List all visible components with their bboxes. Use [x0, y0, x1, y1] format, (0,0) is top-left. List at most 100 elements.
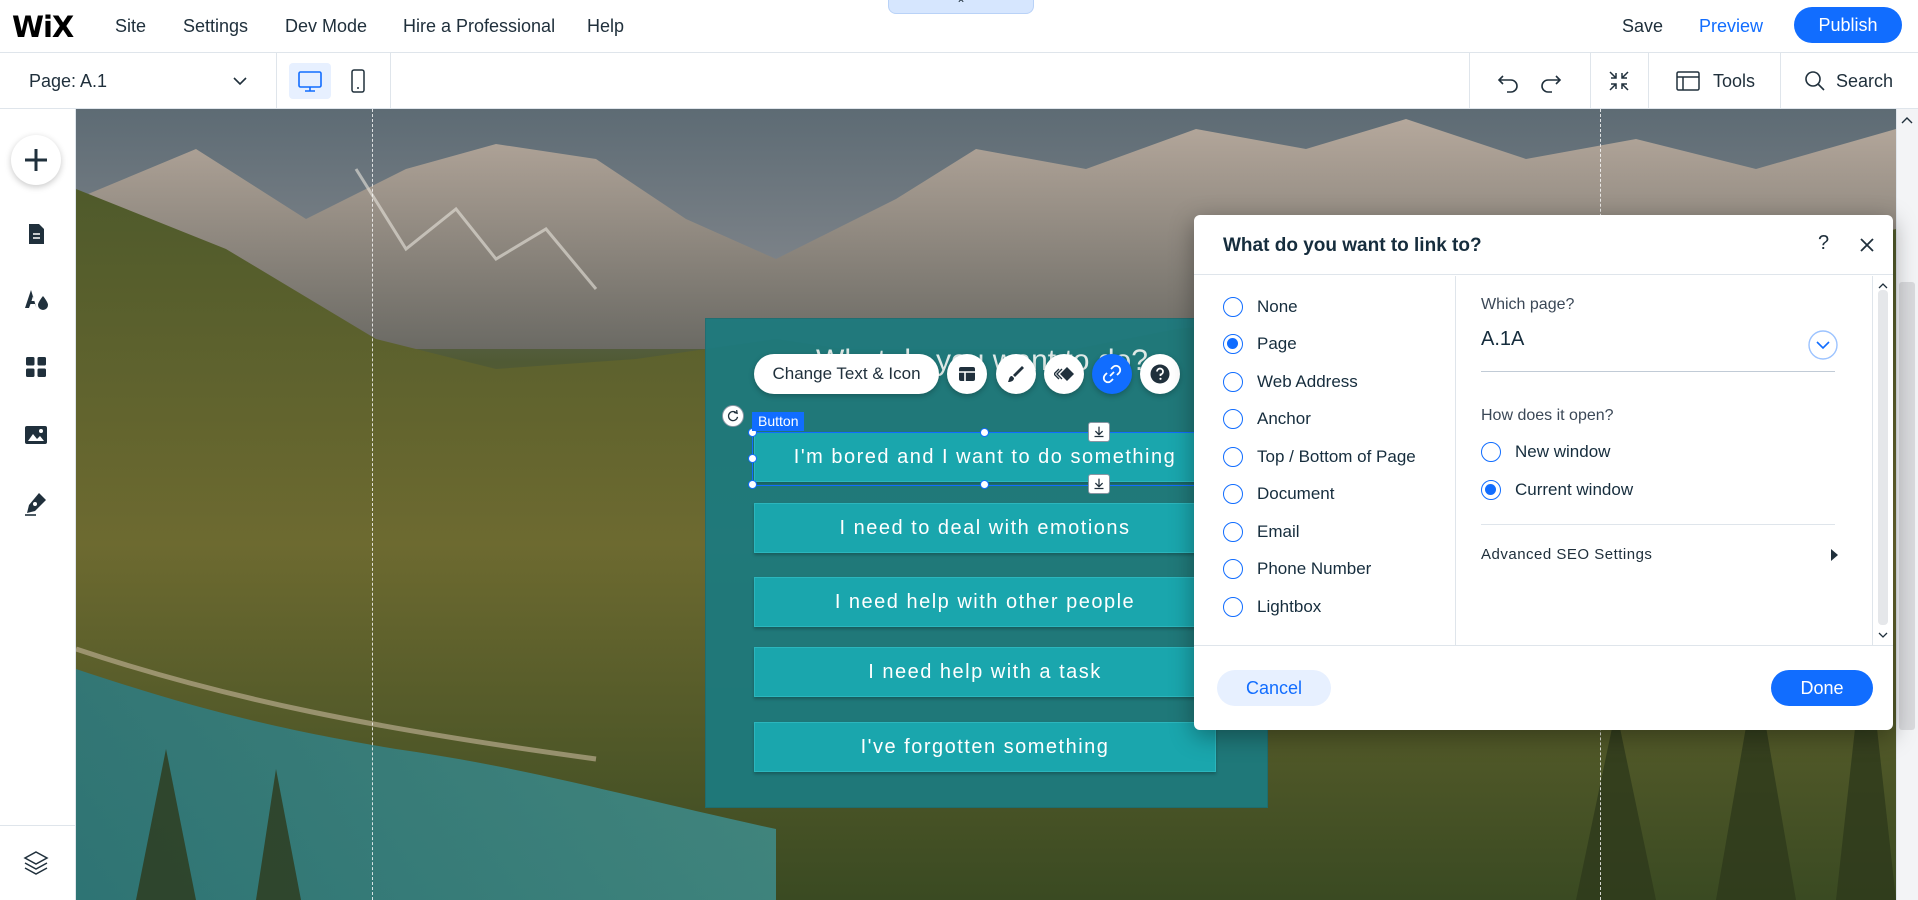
link-dialog: What do you want to link to? ? None Page… [1194, 215, 1893, 730]
option-label: Email [1257, 522, 1300, 541]
menu-hire-a-professional[interactable]: Hire a Professional [403, 16, 555, 37]
link-icon [1102, 364, 1122, 384]
brush-icon [1008, 366, 1024, 382]
pages-icon[interactable] [22, 220, 50, 248]
page-selector[interactable]: Page: A.1 [0, 53, 277, 109]
apps-icon[interactable] [22, 353, 50, 381]
download-icon [1094, 426, 1104, 438]
help-button[interactable] [1140, 354, 1180, 394]
rotate-icon [727, 410, 739, 422]
desktop-icon [298, 71, 322, 92]
site-button-forgotten[interactable]: I've forgotten something [754, 722, 1216, 772]
radio-button[interactable] [1223, 334, 1243, 354]
undo-icon[interactable] [1494, 66, 1524, 96]
how-open-label: How does it open? [1481, 407, 1614, 424]
dialog-scrollbar-thumb[interactable] [1878, 290, 1888, 625]
option-label: Document [1257, 484, 1335, 503]
menu-dev-mode[interactable]: Dev Mode [285, 16, 367, 37]
top-menu-bar: WiX Site Settings Dev Mode Hire a Profes… [0, 0, 1918, 53]
option-label: Lightbox [1257, 597, 1322, 616]
redo-icon[interactable] [1535, 66, 1565, 96]
radio-button[interactable] [1223, 447, 1243, 467]
preview-button[interactable]: Preview [1699, 16, 1763, 37]
page-dropdown[interactable]: A.1A [1481, 328, 1524, 351]
caret-right-icon[interactable] [1831, 549, 1838, 561]
menu-help[interactable]: Help [587, 16, 624, 37]
option-label: None [1257, 297, 1298, 316]
wix-logo[interactable]: WiX [12, 10, 74, 44]
chevron-up-icon: ⌃ [955, 0, 967, 11]
chevron-up-icon [1901, 117, 1913, 124]
which-page-label: Which page? [1481, 296, 1575, 313]
site-button-emotions[interactable]: I need to deal with emotions [754, 503, 1216, 553]
radio-button[interactable] [1223, 559, 1243, 579]
stretch-handle[interactable] [1088, 422, 1110, 442]
link-settings-panel: Which page? A.1A How does it open? New w… [1457, 276, 1893, 645]
radio-button[interactable] [1223, 409, 1243, 429]
search-label[interactable]: Search [1836, 71, 1893, 92]
toolbar-divider [1780, 53, 1781, 109]
dialog-footer: Cancel Done [1194, 645, 1893, 730]
design-icon[interactable] [22, 286, 50, 314]
radio-button[interactable] [1223, 372, 1243, 392]
chevron-down-icon [1878, 632, 1888, 638]
canvas-scrollbar-thumb[interactable] [1899, 282, 1915, 730]
animation-button[interactable] [1044, 354, 1084, 394]
site-button-other-people[interactable]: I need help with other people [754, 577, 1216, 627]
layout-button[interactable] [947, 354, 987, 394]
advanced-seo-settings[interactable]: Advanced SEO Settings [1481, 546, 1652, 563]
radio-button[interactable] [1223, 297, 1243, 317]
site-button-task[interactable]: I need help with a task [754, 647, 1216, 697]
publish-button[interactable]: Publish [1794, 7, 1902, 43]
selection-frame [752, 432, 1218, 486]
pen-icon[interactable] [22, 489, 50, 517]
collapse-toolbar-tab[interactable]: ⌃ [888, 0, 1034, 14]
close-icon[interactable] [1855, 233, 1879, 257]
toolbar-divider [390, 53, 391, 109]
radio-button[interactable] [1223, 522, 1243, 542]
radio-button[interactable] [1223, 597, 1243, 617]
search-icon[interactable] [1800, 66, 1830, 96]
dialog-header: What do you want to link to? ? [1194, 215, 1893, 275]
layers-icon[interactable] [22, 848, 50, 876]
save-button[interactable]: Save [1622, 16, 1663, 37]
animation-icon [1054, 367, 1074, 381]
dialog-title: What do you want to link to? [1223, 235, 1482, 256]
chevron-down-icon[interactable] [1807, 329, 1839, 361]
question-icon [1150, 364, 1170, 384]
toolbar-divider [1648, 53, 1649, 109]
element-type-tag: Button [752, 412, 805, 431]
add-elements-button[interactable] [11, 135, 61, 185]
radio-button[interactable] [1481, 480, 1501, 500]
done-button[interactable]: Done [1771, 670, 1873, 706]
radio-button[interactable] [1223, 484, 1243, 504]
option-label: Current window [1515, 480, 1634, 499]
resize-handle[interactable] [748, 480, 757, 489]
radio-button[interactable] [1481, 442, 1501, 462]
dialog-help-button[interactable]: ? [1818, 232, 1829, 255]
tools-icon[interactable] [1673, 66, 1703, 96]
menu-settings[interactable]: Settings [183, 16, 248, 37]
change-text-icon-button[interactable]: Change Text & Icon [754, 354, 939, 394]
resize-handle[interactable] [980, 428, 989, 437]
plus-icon [25, 149, 47, 171]
link-button[interactable] [1092, 354, 1132, 394]
resize-handle[interactable] [748, 454, 757, 463]
dialog-body: None Page Web Address Anchor Top / Botto… [1194, 276, 1893, 645]
rotate-handle[interactable] [722, 405, 744, 427]
divider [1481, 524, 1835, 525]
cancel-button[interactable]: Cancel [1217, 670, 1331, 706]
zoom-out-icon[interactable] [1604, 66, 1634, 96]
option-label: New window [1515, 442, 1611, 461]
sidebar-divider [0, 825, 75, 826]
option-label: Top / Bottom of Page [1257, 447, 1416, 466]
stretch-handle[interactable] [1088, 474, 1110, 494]
media-icon[interactable] [22, 421, 50, 449]
resize-handle[interactable] [980, 480, 989, 489]
menu-site[interactable]: Site [115, 16, 146, 37]
mobile-view-button[interactable] [345, 63, 371, 99]
desktop-view-button[interactable] [289, 63, 331, 99]
editor-toolbar: Page: A.1 Tools Search [0, 53, 1918, 109]
design-button[interactable] [996, 354, 1036, 394]
tools-label[interactable]: Tools [1713, 71, 1755, 92]
